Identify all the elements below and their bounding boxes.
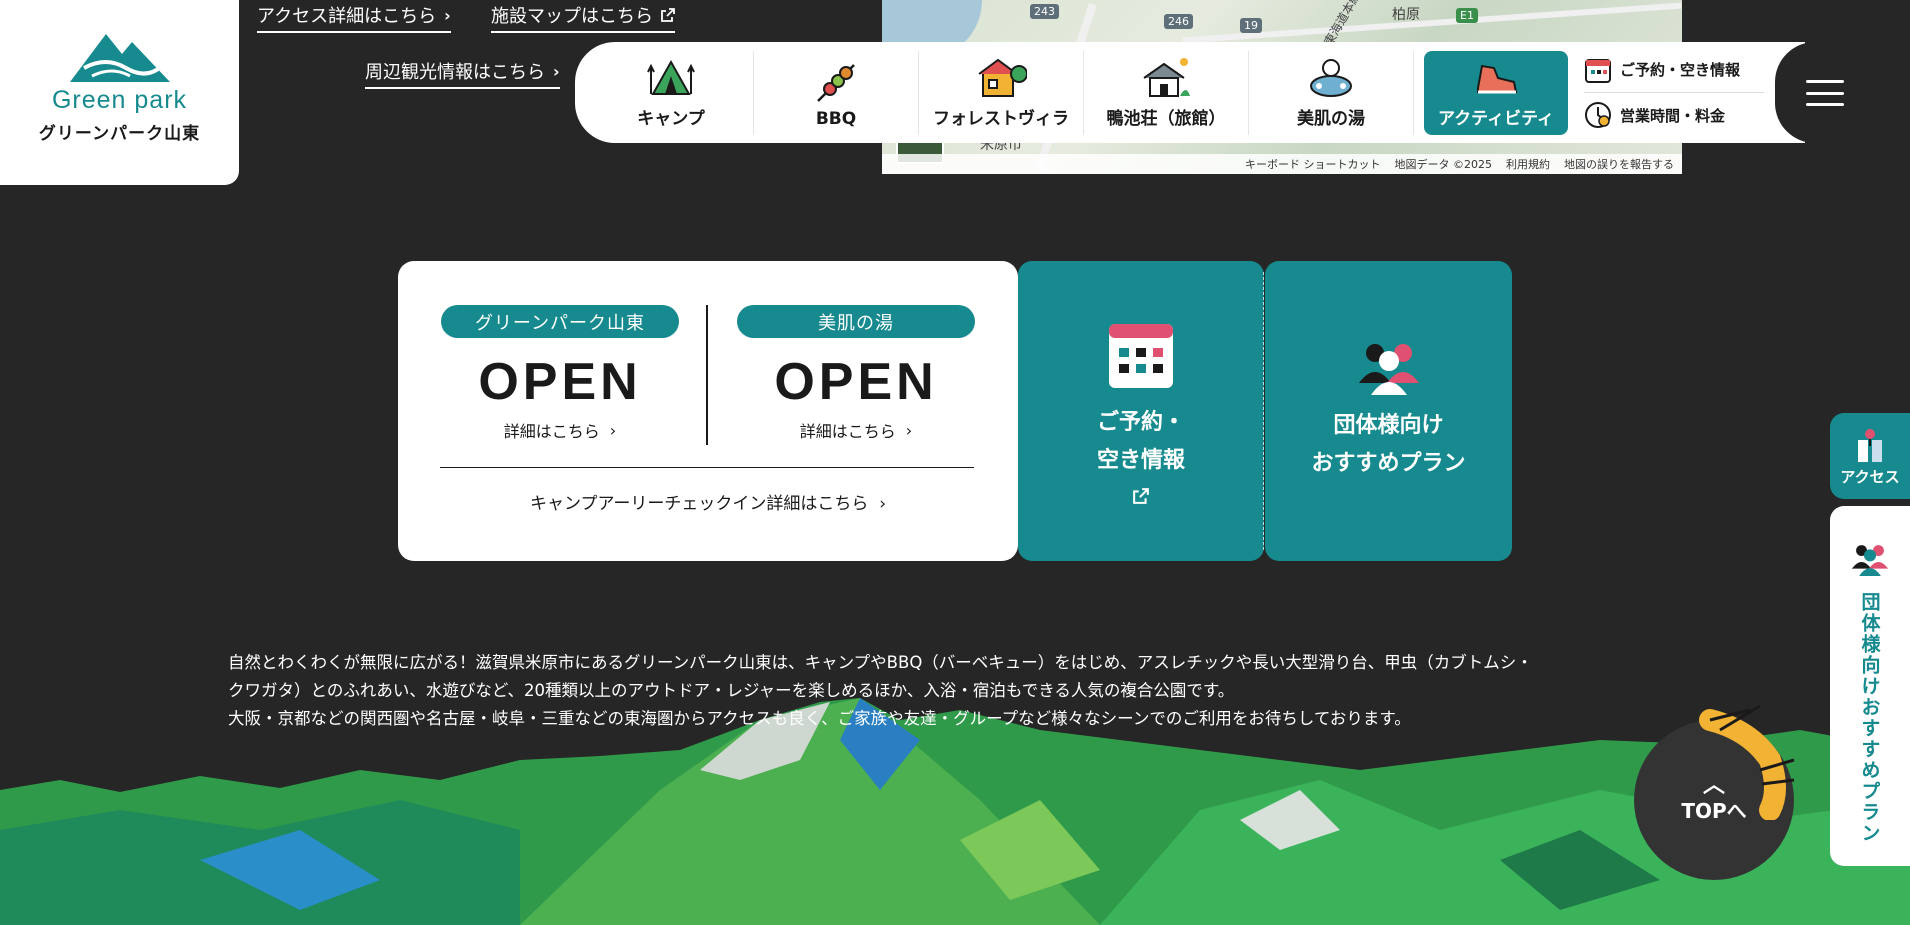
- map-footer: キーボード ショートカット 地図データ ©2025 利用規約 地図の誤りを報告す…: [882, 154, 1682, 174]
- nav-hours-label: 営業時間・料金: [1620, 106, 1726, 125]
- nav-item-onsen[interactable]: 美肌の湯: [1249, 50, 1414, 135]
- onsen-open-status: OPEN: [774, 353, 938, 411]
- nav-item-activity[interactable]: アクティビティ: [1424, 50, 1568, 135]
- nav-label: 鴨池荘（旅館）: [1106, 108, 1226, 129]
- status-divider: [706, 305, 708, 445]
- onsen-name-badge: 美肌の湯: [737, 305, 975, 338]
- nav-item-forest-villa[interactable]: フォレストヴィラ: [919, 50, 1084, 135]
- sightseeing-link[interactable]: 周辺観光情報はこちら ›: [365, 58, 560, 89]
- map-data-text: 地図データ ©2025: [1394, 158, 1493, 171]
- description-line: 大阪・京都などの関西圏や名古屋・岐阜・三重などの東海圏からアクセスも良く、ご家族…: [228, 709, 1411, 728]
- ryokan-icon: [1140, 54, 1192, 100]
- onsen-detail-label: 詳細はこちら: [799, 422, 896, 441]
- park-description: 自然とわくわくが無限に広がる！滋賀県米原市にあるグリーンパーク山東は、キャンプや…: [228, 649, 1688, 733]
- route-shield: 246: [1164, 14, 1193, 29]
- chevron-right-icon: ›: [873, 494, 887, 514]
- park-name-badge: グリーンパーク山東: [441, 305, 679, 338]
- beetle-illustration-icon: [1699, 704, 1795, 820]
- nav-label: BBQ: [815, 108, 857, 129]
- nav-reserve-label: ご予約・空き情報: [1620, 61, 1741, 79]
- nav-reserve-link[interactable]: ご予約・空き情報: [1584, 48, 1764, 93]
- onsen-detail-link[interactable]: 詳細はこちら ›: [800, 418, 912, 442]
- logo-mark-icon: [69, 34, 170, 82]
- camp-tent-icon: [645, 54, 697, 100]
- float-access-label: アクセス: [1840, 467, 1900, 486]
- facility-map-label: 施設マップはこちら: [491, 6, 653, 27]
- park-detail-label: 詳細はこちら: [503, 422, 600, 441]
- group-people-icon: [1851, 545, 1889, 576]
- map-place-label: 柏原: [1392, 7, 1420, 23]
- card-divider: [1263, 272, 1264, 550]
- map-report-link[interactable]: 地図の誤りを報告する: [1564, 156, 1674, 172]
- early-checkin-link[interactable]: キャンプアーリーチェックイン詳細はこちら ›: [398, 489, 1018, 514]
- route-shield: 19: [1240, 18, 1262, 33]
- description-line: クワガタ）とのふれあい、水遊びなど、20種類以上のアウトドア・レジャーを楽しめる…: [228, 681, 1235, 700]
- access-detail-label: アクセス詳細はこちら: [257, 6, 437, 27]
- nav-side-links: ご予約・空き情報 営業時間・料金: [1584, 48, 1764, 138]
- group-card-line2: おすすめプラン: [1311, 451, 1466, 476]
- logo-text-en: Green park: [51, 86, 188, 114]
- onsen-status: 美肌の湯 OPEN 詳細はこちら ›: [736, 305, 976, 442]
- hamburger-menu-icon[interactable]: [1806, 80, 1844, 106]
- nav-hours-link[interactable]: 営業時間・料金: [1584, 93, 1764, 138]
- external-link-icon: [1133, 488, 1149, 504]
- access-detail-link[interactable]: アクセス詳細はこちら ›: [257, 2, 451, 33]
- route-shield: 243: [1030, 4, 1059, 19]
- open-status-card: グリーンパーク山東 OPEN 詳細はこちら › 美肌の湯 OPEN 詳細はこちら…: [398, 261, 1018, 561]
- status-hr: [440, 467, 974, 468]
- nav-item-ryokan[interactable]: 鴨池荘（旅館）: [1084, 50, 1249, 135]
- reserve-card-line1: ご予約・: [1096, 410, 1185, 435]
- chevron-right-icon: ›: [444, 5, 451, 25]
- clock-icon: [1585, 102, 1611, 128]
- map-pin-icon: [1858, 428, 1882, 462]
- nav-label: フォレストヴィラ: [933, 108, 1069, 129]
- float-group-label: 団体様向けおすすめプラン: [1858, 592, 1881, 844]
- group-plan-card[interactable]: 団体様向け おすすめプラン: [1265, 261, 1512, 561]
- early-checkin-label: キャンプアーリーチェックイン詳細はこちら: [529, 494, 869, 514]
- calendar-icon: [1109, 324, 1173, 388]
- calendar-icon: [1585, 58, 1611, 83]
- logo-card[interactable]: Green park グリーンパーク山東: [0, 0, 239, 185]
- facility-map-link[interactable]: 施設マップはこちら: [491, 2, 675, 33]
- chevron-right-icon: ›: [905, 420, 913, 440]
- nav-label: キャンプ: [637, 108, 705, 129]
- chevron-right-icon: ›: [609, 420, 617, 440]
- nav-label: アクティビティ: [1437, 108, 1555, 129]
- description-line: 自然とわくわくが無限に広がる！滋賀県米原市にあるグリーンパーク山東は、キャンプや…: [228, 653, 1533, 672]
- external-link-icon: [661, 8, 675, 22]
- logo-text-jp: グリーンパーク山東: [38, 124, 201, 144]
- chevron-right-icon: ›: [553, 61, 560, 81]
- group-card-line1: 団体様向け: [1333, 413, 1444, 438]
- park-detail-link[interactable]: 詳細はこちら ›: [504, 418, 616, 442]
- nav-item-camp[interactable]: キャンプ: [589, 50, 754, 135]
- float-group-plan-button[interactable]: 団体様向けおすすめプラン: [1830, 506, 1910, 866]
- map-shortcuts-link[interactable]: キーボード ショートカット: [1245, 156, 1381, 172]
- map-terms-link[interactable]: 利用規約: [1506, 156, 1550, 172]
- route-shield: E1: [1456, 8, 1478, 23]
- bbq-skewer-icon: [810, 59, 862, 105]
- main-nav: キャンプ BBQ フォレストヴィラ 鴨池荘（旅館） 美肌の湯 アクティビティ ご…: [575, 42, 1805, 143]
- float-access-button[interactable]: アクセス: [1830, 413, 1910, 499]
- hot-spring-icon: [1305, 54, 1357, 100]
- park-status: グリーンパーク山東 OPEN 詳細はこちら ›: [440, 305, 680, 442]
- forest-villa-icon: [975, 54, 1027, 100]
- park-open-status: OPEN: [478, 353, 642, 411]
- group-people-icon: [1358, 344, 1419, 395]
- shoe-icon: [1470, 54, 1522, 100]
- reserve-card-line2: 空き情報: [1096, 448, 1185, 473]
- sightseeing-label: 周辺観光情報はこちら: [365, 62, 545, 83]
- reserve-card[interactable]: ご予約・ 空き情報: [1018, 261, 1264, 561]
- nav-label: 美肌の湯: [1297, 108, 1365, 129]
- nav-item-bbq[interactable]: BBQ: [754, 50, 919, 135]
